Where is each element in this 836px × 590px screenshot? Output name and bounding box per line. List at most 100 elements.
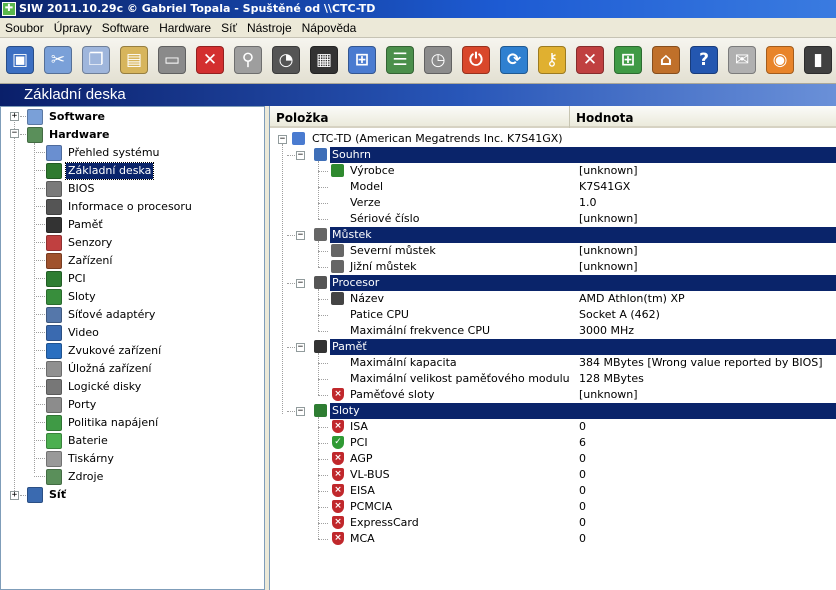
toolbar-button[interactable]: ◉ xyxy=(763,43,797,77)
toolbar-button[interactable]: ▭ xyxy=(155,43,189,77)
toolbar-button[interactable]: ⊞ xyxy=(611,43,645,77)
row-value: 0 xyxy=(579,420,586,433)
hardware-icon xyxy=(27,127,43,143)
tree-node-hardware-item[interactable]: Zdroje xyxy=(46,468,105,486)
tree-node-software[interactable]: Software xyxy=(27,108,107,126)
software-icon xyxy=(27,109,43,125)
toolbar-button[interactable]: ⌂ xyxy=(649,43,683,77)
shield-warning-icon: × xyxy=(332,500,344,513)
tree-node-network[interactable]: Síť xyxy=(27,486,68,504)
navigation-tree[interactable]: + Software − Hardware Přehled systému Základn… xyxy=(0,106,265,590)
mail-icon: ✉ xyxy=(728,46,756,74)
row-value: 0 xyxy=(579,452,586,465)
tree-node-hardware-item[interactable]: Tiskárny xyxy=(46,450,116,468)
toolbar-button[interactable]: ▦ xyxy=(307,43,341,77)
toolbar-button[interactable]: ✉ xyxy=(725,43,759,77)
tree-node-hardware-item[interactable]: PCI xyxy=(46,270,88,288)
menu-item[interactable]: Nástroje xyxy=(242,18,297,38)
tree-node-hardware-item[interactable]: Zvukové zařízení xyxy=(46,342,163,360)
tree-node-hardware-item[interactable]: Úložná zařízení xyxy=(46,360,153,378)
toolbar-button[interactable]: ✕ xyxy=(193,43,227,77)
copy-icon: ❐ xyxy=(82,46,110,74)
menu-item[interactable]: Síť xyxy=(216,18,242,38)
toolbar-button[interactable]: ☰ xyxy=(383,43,417,77)
page-title: Základní deska xyxy=(0,84,836,106)
toolbar-button[interactable]: ⚲ xyxy=(231,43,265,77)
tree-node-hardware-item[interactable]: BIOS xyxy=(46,180,96,198)
tree-node-hardware-item[interactable]: Paměť xyxy=(46,216,105,234)
tree-label: Baterie xyxy=(68,434,108,447)
tree-line xyxy=(34,368,45,369)
table-expander[interactable]: − xyxy=(296,279,305,288)
toolbar-button[interactable]: ? xyxy=(687,43,721,77)
table-tree-line xyxy=(318,241,319,267)
toolbar-button[interactable]: ⟳ xyxy=(497,43,531,77)
section-header[interactable]: Procesor xyxy=(330,275,836,291)
table-tree-line xyxy=(318,417,319,539)
menu-item[interactable]: Hardware xyxy=(154,18,216,38)
tree-label: Základní deska xyxy=(64,162,155,180)
tree-node-hardware-item[interactable]: Sloty xyxy=(46,288,98,306)
toolbar-button[interactable]: ✂ xyxy=(41,43,75,77)
window-title: SIW 2011.10.29c © Gabriel Topala - Spušt… xyxy=(19,2,376,15)
toolbar-button[interactable]: ⊞ xyxy=(345,43,379,77)
menu-item[interactable]: Úpravy xyxy=(49,18,97,38)
column-header-item[interactable]: Položka xyxy=(270,106,570,128)
tree-line xyxy=(34,206,45,207)
toolbar-button[interactable]: ⏻ xyxy=(459,43,493,77)
toolbar-button[interactable]: ◷ xyxy=(421,43,455,77)
tree-node-hardware-item[interactable]: Porty xyxy=(46,396,98,414)
tree-node-hardware-item[interactable]: Základní deska xyxy=(46,162,155,180)
collapse-hardware-toggle[interactable]: − xyxy=(10,129,19,138)
toolbar-button[interactable]: ⚷ xyxy=(535,43,569,77)
menu-item[interactable]: Soubor xyxy=(0,18,49,38)
table-tree-line xyxy=(318,251,328,252)
tree-node-hardware[interactable]: Hardware xyxy=(27,126,111,144)
tree-line xyxy=(34,332,45,333)
table-expander[interactable]: − xyxy=(296,343,305,352)
table-expander[interactable]: − xyxy=(296,231,305,240)
section-header[interactable]: Paměť xyxy=(330,339,836,355)
menu-item[interactable]: Software xyxy=(97,18,154,38)
section-header[interactable]: Souhrn xyxy=(330,147,836,163)
toolbar-button[interactable]: ✕ xyxy=(573,43,607,77)
tree-node-hardware-item[interactable]: Informace o procesoru xyxy=(46,198,194,216)
table-tree-line xyxy=(318,353,319,395)
menu-item[interactable]: Nápověda xyxy=(297,18,362,38)
row-key: Sériové číslo xyxy=(350,212,420,225)
gauge-icon: ◔ xyxy=(272,46,300,74)
toolbar-button[interactable]: ▤ xyxy=(117,43,151,77)
toolbar-button[interactable]: ▮ xyxy=(801,43,835,77)
table-expander[interactable]: − xyxy=(278,135,287,144)
tree-node-hardware-item[interactable]: Síťové adaptéry xyxy=(46,306,157,324)
tree-node-hardware-item[interactable]: Přehled systému xyxy=(46,144,162,162)
row-value: [unknown] xyxy=(579,260,638,273)
tree-label: Porty xyxy=(68,398,97,411)
tree-label: Zvukové zařízení xyxy=(68,344,162,357)
table-expander[interactable]: − xyxy=(296,151,305,160)
column-header-value[interactable]: Hodnota xyxy=(570,106,836,128)
tree-node-hardware-item[interactable]: Senzory xyxy=(46,234,114,252)
tree-node-hardware-item[interactable]: Video xyxy=(46,324,101,342)
toolbar-button[interactable]: ▣ xyxy=(3,43,37,77)
expand-software-toggle[interactable]: + xyxy=(10,112,19,121)
row-value: [unknown] xyxy=(579,244,638,257)
expand-network-toggle[interactable]: + xyxy=(10,491,19,500)
app-icon[interactable]: ✚ xyxy=(2,2,16,16)
tree-node-hardware-item[interactable]: Politika napájení xyxy=(46,414,160,432)
title-bar[interactable]: ✚ SIW 2011.10.29c © Gabriel Topala - Spu… xyxy=(0,0,836,18)
column-header-bar: Položka Hodnota xyxy=(270,106,836,128)
row-value: K7S41GX xyxy=(579,180,631,193)
tree-node-hardware-item[interactable]: Zařízení xyxy=(46,252,114,270)
power-icon: ⏻ xyxy=(462,46,490,74)
tree-node-hardware-item[interactable]: Baterie xyxy=(46,432,110,450)
toolbar-button[interactable]: ◔ xyxy=(269,43,303,77)
row-value: 0 xyxy=(579,500,586,513)
section-header[interactable]: Můstek xyxy=(330,227,836,243)
table-tree-line xyxy=(318,459,328,460)
table-expander[interactable]: − xyxy=(296,407,305,416)
tree-node-hardware-item[interactable]: Logické disky xyxy=(46,378,143,396)
section-header[interactable]: Sloty xyxy=(330,403,836,419)
monitor-chart-icon: ▦ xyxy=(310,46,338,74)
toolbar-button[interactable]: ❐ xyxy=(79,43,113,77)
